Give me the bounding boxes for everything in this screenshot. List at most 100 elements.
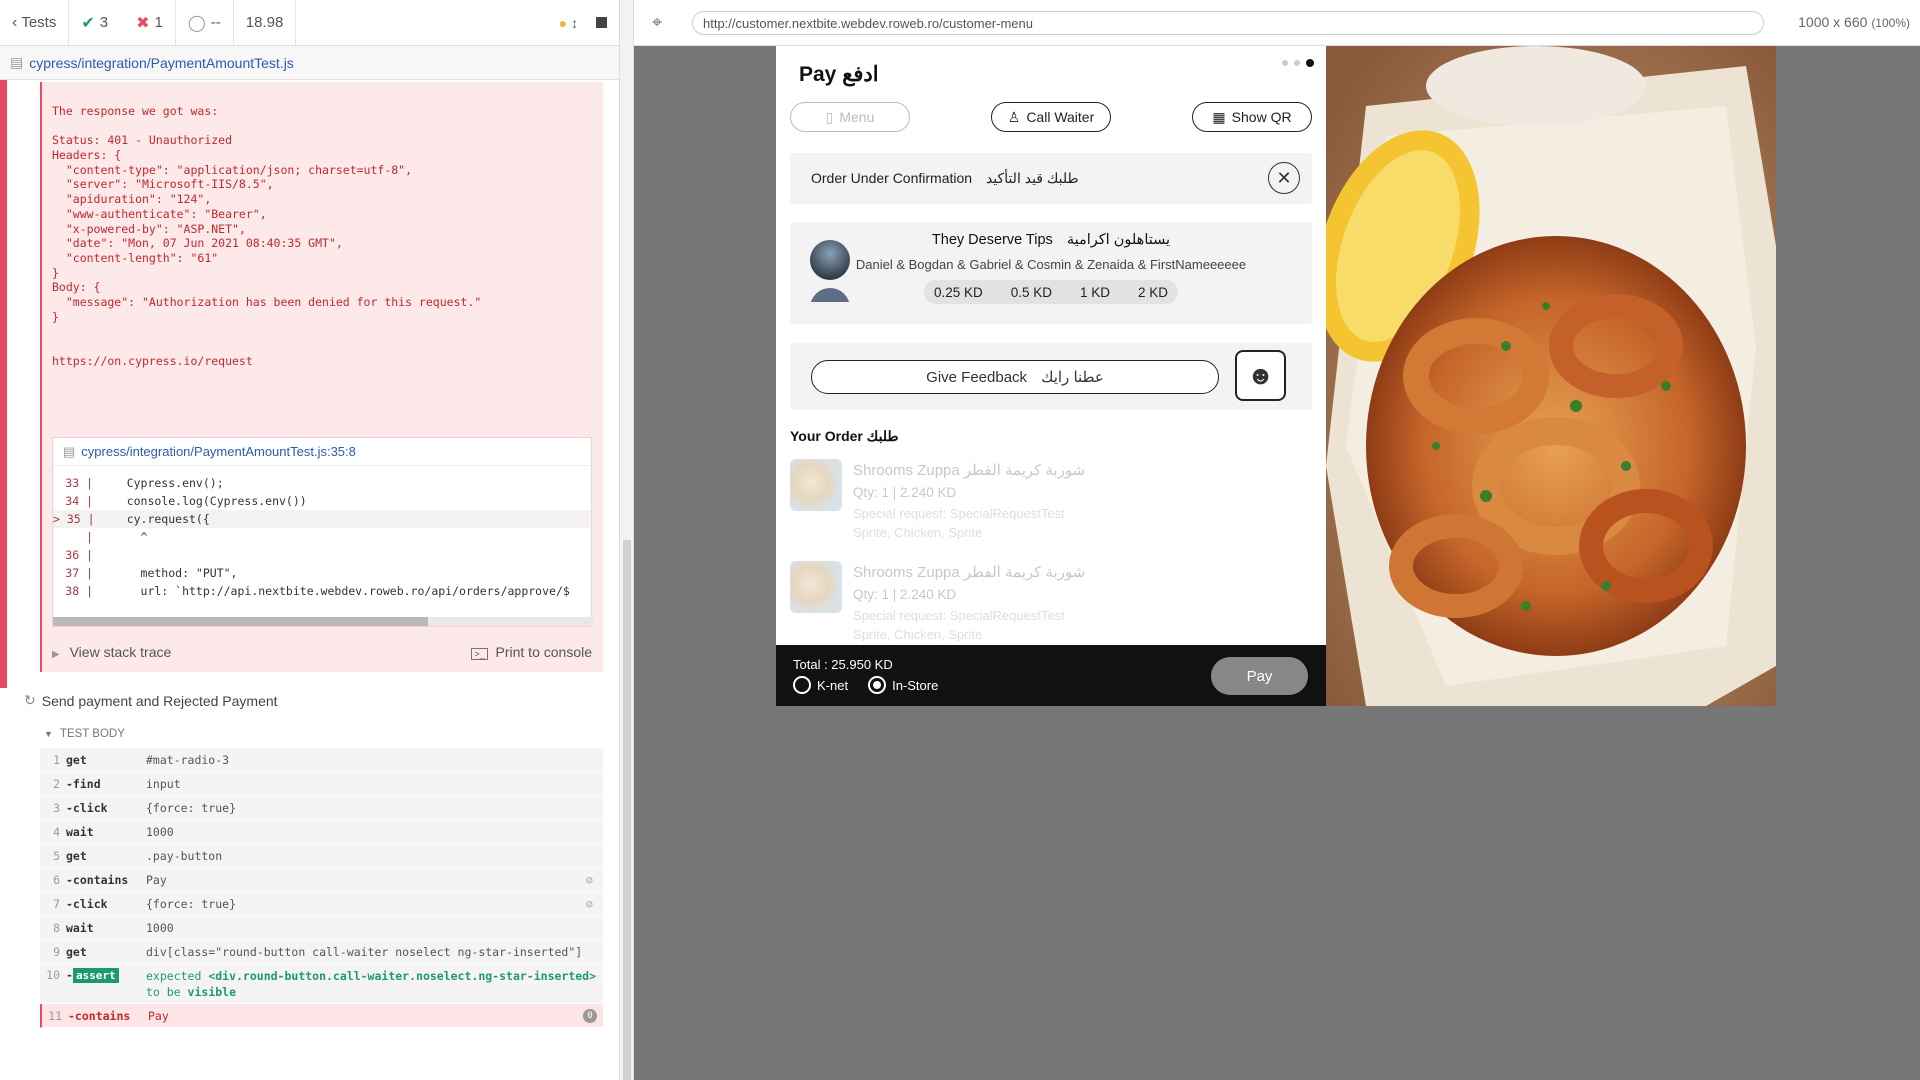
command-number: 9 bbox=[53, 944, 60, 959]
error-line: "x-powered-by": "ASP.NET", bbox=[52, 221, 246, 236]
tips-title: They Deserve Tips bbox=[931, 232, 1053, 248]
test-body-label: TEST BODY bbox=[59, 728, 125, 740]
call-waiter-button[interactable]: ♙ Call Waiter bbox=[991, 102, 1111, 132]
view-stack-label: View stack trace bbox=[69, 644, 172, 660]
error-line: The response we got was: bbox=[52, 104, 219, 118]
error-line: "message": "Authorization has been denie… bbox=[52, 294, 482, 309]
show-qr-button[interactable]: ▦ Show QR bbox=[1192, 102, 1312, 132]
close-button[interactable]: ✕ bbox=[1268, 162, 1300, 194]
stop-button[interactable] bbox=[596, 17, 607, 28]
print-to-console-button[interactable]: >_ Print to console bbox=[471, 644, 592, 660]
view-stack-trace-button[interactable]: ▶ View stack trace bbox=[52, 644, 171, 660]
error-line[interactable]: https://on.cypress.io/request bbox=[52, 352, 481, 368]
feedback-label: Give Feedback bbox=[926, 368, 1028, 386]
command-row[interactable]: 11 -contains Pay 0 bbox=[40, 1004, 603, 1028]
item-thumbnail bbox=[790, 459, 842, 511]
command-number: 11 bbox=[48, 1008, 62, 1023]
tips-names: Daniel & Bogdan & Gabriel & Cosmin & Zen… bbox=[855, 257, 1247, 272]
command-row[interactable]: 4 wait 1000 bbox=[40, 820, 603, 844]
command-row[interactable]: 1 get #mat-radio-3 bbox=[40, 748, 603, 772]
test-title-label: Send payment and Rejected Payment bbox=[41, 692, 278, 709]
menu-icon: ▯ bbox=[825, 108, 834, 125]
command-number: 5 bbox=[53, 848, 60, 863]
command-row[interactable]: 5 get .pay-button bbox=[40, 844, 603, 868]
test-body-header[interactable]: ▼ TEST BODY bbox=[44, 728, 125, 740]
command-message: {force: true} bbox=[146, 800, 237, 815]
reporter-resize-handle[interactable] bbox=[620, 0, 634, 1080]
error-line: "www-authenticate": "Bearer", bbox=[52, 206, 267, 221]
assert-badge: assert bbox=[72, 968, 119, 983]
item-name: Shrooms Zuppa شوربة كريمة الفطر bbox=[853, 564, 1086, 581]
item-extras: Sprite, Chicken, Sprite bbox=[853, 525, 983, 540]
tip-options: 0.25 KD 0.5 KD 1 KD 2 KD bbox=[790, 280, 1312, 304]
error-line bbox=[52, 322, 481, 337]
caret-down-icon: ▼ bbox=[44, 729, 53, 739]
code-line: 33 | Cypress.env(); bbox=[53, 474, 591, 492]
tip-option[interactable]: 1 KD bbox=[1080, 285, 1110, 300]
auto-scroll-indicator-icon[interactable]: ● ↕ bbox=[559, 15, 578, 31]
line-number: 37 | bbox=[65, 566, 93, 580]
command-message: div[class="round-button call-waiter nose… bbox=[146, 944, 583, 959]
code-line: > 35 | cy.request({ bbox=[53, 510, 591, 528]
command-name: -find bbox=[66, 776, 101, 791]
pay-button[interactable]: Pay bbox=[1211, 657, 1308, 695]
your-order-heading: Your Order طلبك bbox=[790, 428, 899, 445]
command-number: 7 bbox=[53, 896, 60, 911]
selector-playground-icon[interactable]: ⌖ bbox=[652, 12, 662, 33]
element-count-badge: 0 bbox=[583, 1008, 597, 1023]
command-row[interactable]: 3 -click {force: true} bbox=[40, 796, 603, 820]
viewport-size: 1000 x 660 bbox=[1798, 14, 1868, 30]
command-name: get bbox=[66, 752, 87, 767]
spec-path-link[interactable]: ▤ cypress/integration/PaymentAmountTest.… bbox=[0, 46, 619, 80]
command-row[interactable]: 8 wait 1000 bbox=[40, 916, 603, 940]
test-title[interactable]: ↻ Send payment and Rejected Payment bbox=[24, 692, 278, 709]
horizontal-scrollbar[interactable] bbox=[53, 617, 593, 626]
order-item[interactable]: Shrooms Zuppa شوربة كريمة الفطر Qty: 1 |… bbox=[790, 561, 1310, 651]
item-special-request: Special request: SpecialRequestTest bbox=[853, 608, 1065, 623]
code-frame-file-link[interactable]: ▤ cypress/integration/PaymentAmountTest.… bbox=[53, 438, 591, 466]
item-special-request: Special request: SpecialRequestTest bbox=[853, 506, 1065, 521]
your-order-label: Your Order bbox=[790, 428, 863, 444]
tip-option[interactable]: 0.25 KD bbox=[934, 285, 983, 300]
call-waiter-label: Call Waiter bbox=[1026, 109, 1095, 125]
feedback-face-icon[interactable]: ☻ bbox=[1235, 350, 1286, 401]
command-row[interactable]: 6 -contains Pay ⊘ bbox=[40, 868, 603, 892]
command-row[interactable]: 7 -click {force: true} ⊘ bbox=[40, 892, 603, 916]
menu-button[interactable]: ▯ Menu bbox=[790, 102, 910, 132]
payment-method-group: K-net In-Store bbox=[793, 676, 938, 694]
line-number: > 35 | bbox=[53, 512, 95, 526]
instore-label[interactable]: In-Store bbox=[892, 678, 938, 693]
command-number: 2 bbox=[53, 776, 60, 791]
tests-button[interactable]: ‹ Tests bbox=[0, 0, 70, 45]
command-row[interactable]: 9 get div[class="round-button call-waiter … bbox=[40, 940, 603, 964]
error-line: Body: { bbox=[52, 280, 101, 295]
scrollbar-thumb[interactable] bbox=[623, 540, 631, 1080]
code-line: 37 | method: "PUT", bbox=[53, 564, 591, 582]
command-message: input bbox=[146, 776, 181, 791]
chevron-left-icon: ‹ bbox=[12, 13, 18, 31]
instore-radio[interactable] bbox=[868, 676, 887, 694]
command-name: wait bbox=[66, 824, 94, 839]
knet-label[interactable]: K-net bbox=[817, 678, 848, 693]
error-line: Headers: { bbox=[52, 148, 122, 163]
command-message: 1000 bbox=[146, 920, 174, 935]
give-feedback-button[interactable]: Give Feedback عطنا رايك bbox=[811, 360, 1219, 394]
page-title: Pay ادفع bbox=[799, 63, 879, 86]
code-line: 34 | console.log(Cypress.env()) bbox=[53, 492, 591, 510]
reporter-controls: ● ↕ bbox=[296, 0, 619, 45]
knet-radio[interactable] bbox=[793, 676, 811, 694]
code-frame: ▤ cypress/integration/PaymentAmountTest.… bbox=[52, 437, 593, 627]
tip-option[interactable]: 2 KD bbox=[1138, 285, 1168, 300]
command-message: .pay-button bbox=[146, 848, 223, 863]
tips-card: They Deserve Tips يستاهلون اكرامية Danie… bbox=[790, 222, 1312, 324]
order-item[interactable]: Shrooms Zuppa شوربة كريمة الفطر Qty: 1 |… bbox=[790, 459, 1310, 549]
total-amount: Total : 25.950 KD bbox=[793, 657, 893, 672]
command-row[interactable]: 10 - assert expected <div.round-button.call… bbox=[40, 964, 603, 1004]
command-name: -click bbox=[66, 896, 108, 911]
tip-option[interactable]: 0.5 KD bbox=[1011, 285, 1052, 300]
item-thumbnail bbox=[790, 561, 842, 613]
aut-header: ⌖ http://customer.nextbite.webdev.roweb.… bbox=[634, 0, 1920, 46]
command-row[interactable]: 2 -find input bbox=[40, 772, 603, 796]
command-message: expected <div.round-button.call-waiter.n… bbox=[146, 969, 597, 999]
error-actions: ▶ View stack trace >_ Print to console bbox=[52, 644, 592, 660]
